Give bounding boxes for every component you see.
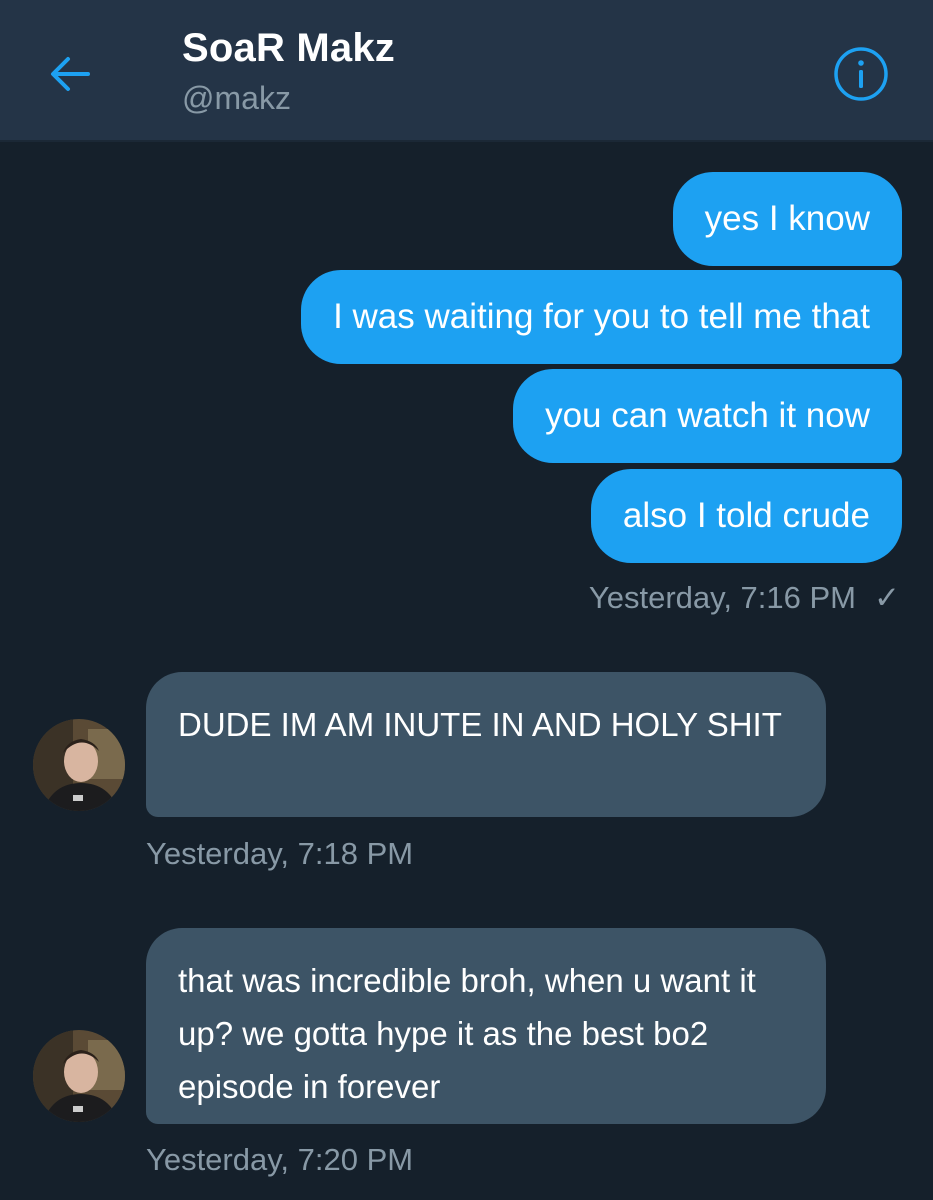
outgoing-message[interactable]: yes I know <box>672 172 902 266</box>
message-thread: yes I know I was waiting for you to tell… <box>0 142 933 1200</box>
message-timestamp: Yesterday, 7:20 PM <box>146 1142 414 1177</box>
message-timestamp: Yesterday, 7:16 PM <box>588 580 856 615</box>
info-button[interactable] <box>833 46 889 102</box>
outgoing-message[interactable]: I was waiting for you to tell me that <box>301 270 902 364</box>
avatar[interactable] <box>33 1030 125 1122</box>
contact-name[interactable]: SoaR Makz <box>182 26 395 71</box>
incoming-message[interactable]: DUDE IM AM INUTE IN AND HOLY SHIT <box>146 672 826 817</box>
message-timestamp: Yesterday, 7:18 PM <box>146 836 414 871</box>
conversation-header: SoaR Makz @makz <box>0 0 933 142</box>
checkmark-icon: ✓ <box>874 580 900 615</box>
arrow-left-icon <box>51 57 90 91</box>
back-button[interactable] <box>40 44 100 104</box>
info-circle-icon <box>834 47 888 101</box>
outgoing-message[interactable]: you can watch it now <box>513 369 902 463</box>
incoming-message[interactable]: that was incredible broh, when u want it… <box>146 928 826 1124</box>
avatar[interactable] <box>33 719 125 811</box>
outgoing-message[interactable]: also I told crude <box>590 469 902 563</box>
contact-handle[interactable]: @makz <box>182 80 291 117</box>
